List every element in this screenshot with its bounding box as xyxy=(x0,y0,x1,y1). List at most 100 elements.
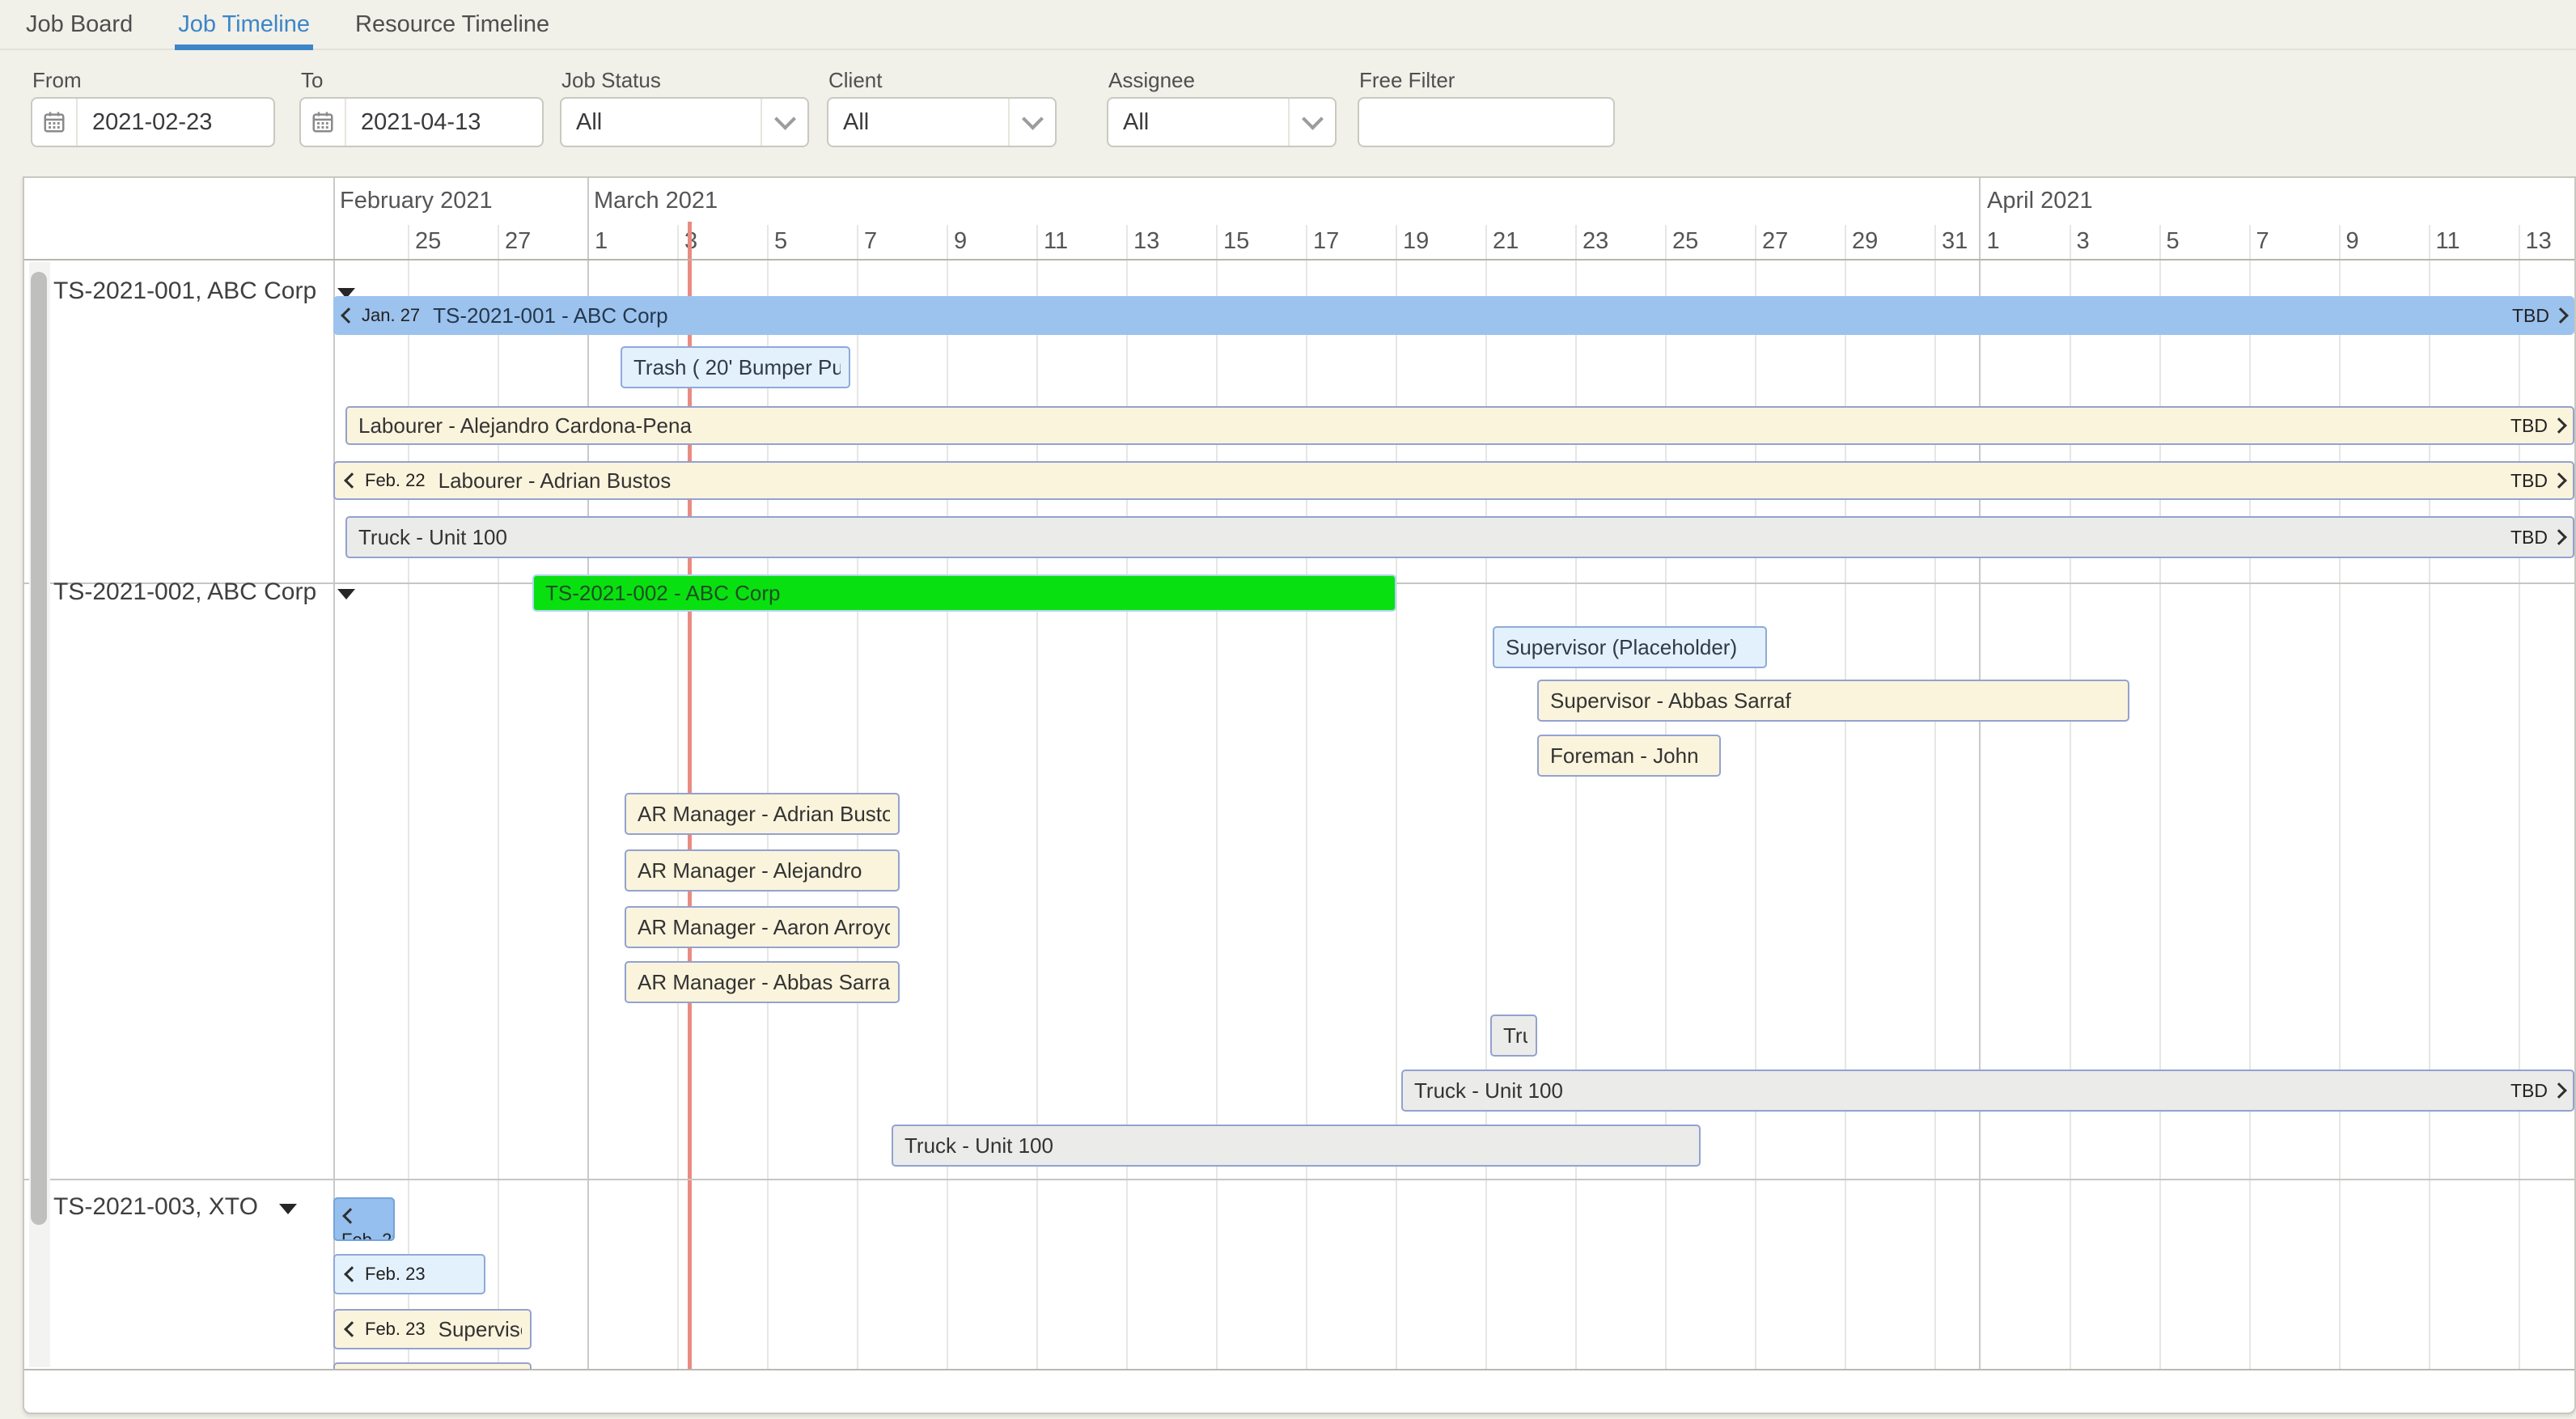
gantt-bar[interactable]: Feb. 23 xyxy=(333,1197,395,1241)
from-date-input[interactable]: 2021-02-23 xyxy=(31,97,275,147)
tbd-label: TBD xyxy=(2501,415,2565,437)
client-select[interactable]: All xyxy=(827,97,1057,147)
tbd-label: TBD xyxy=(2501,1080,2565,1102)
filter-bar: From 2021-02-23 To 2021-04-13 Job Status… xyxy=(0,50,2576,176)
assignee-label: Assignee xyxy=(1108,68,1195,93)
tbd-label: TBD xyxy=(2501,470,2565,492)
client-label: Client xyxy=(828,68,882,93)
timeline-body: TS-2021-001, ABC Corp Jan. 27TS-2021-001 … xyxy=(24,261,2574,1369)
chevron-right-icon xyxy=(2551,1082,2567,1099)
day-tick-label: 21 xyxy=(1493,228,1519,255)
day-tick-label: 13 xyxy=(2526,228,2552,255)
day-tick-label: 31 xyxy=(1942,228,1968,255)
job-status-label: Job Status xyxy=(561,68,661,93)
job-row-label[interactable]: TS-2021-001, ABC Corp xyxy=(53,273,355,309)
gantt-bar[interactable] xyxy=(333,1362,532,1369)
caret-down-icon xyxy=(279,1204,297,1214)
gantt-bar[interactable]: AR Manager - Aaron Arroyo xyxy=(625,906,900,948)
calendar-icon xyxy=(32,99,78,146)
gantt-bar[interactable]: Feb. 22Labourer - Adrian BustosTBD xyxy=(333,461,2574,500)
timeline-panel: February 2021March 2021April 20212527135… xyxy=(23,176,2576,1414)
chevron-left-icon xyxy=(344,472,360,489)
gantt-bar[interactable]: Feb. 23 Supervisor - xyxy=(333,1309,532,1349)
gantt-bar[interactable]: AR Manager - Abbas Sarraf xyxy=(625,961,900,1003)
gantt-bar[interactable]: Truck - Unit 100 xyxy=(892,1125,1701,1167)
chevron-left-icon xyxy=(341,307,357,324)
day-tick-label: 1 xyxy=(1987,228,2000,255)
tab-job-timeline[interactable]: Job Timeline xyxy=(175,11,313,50)
gantt-bar[interactable]: Supervisor - Abbas Sarraf xyxy=(1537,680,2129,722)
chevron-down-icon xyxy=(761,99,807,146)
day-tick-label: 23 xyxy=(1582,228,1608,255)
gantt-bar-label: Truck - Unit 100 xyxy=(1414,1078,1563,1103)
clip-date-label: Feb. 23 xyxy=(346,1264,426,1285)
horizontal-scrollbar[interactable] xyxy=(24,1369,2574,1414)
day-tick-label: 3 xyxy=(684,228,697,255)
job-status-value: All xyxy=(561,109,602,136)
client-value: All xyxy=(828,109,869,136)
gantt-bar-label: AR Manager - Abbas Sarraf xyxy=(638,970,890,995)
clip-date-text: Feb. 23 xyxy=(365,1319,426,1340)
clip-date-text: Jan. 27 xyxy=(362,305,420,326)
clip-date-label: Jan. 27 xyxy=(343,305,420,326)
day-tick-label: 11 xyxy=(1044,228,1068,255)
calendar-icon xyxy=(301,99,346,146)
gantt-bar[interactable]: Jan. 27TS-2021-001 - ABC CorpTBD xyxy=(333,296,2574,335)
day-tick-label: 13 xyxy=(1133,228,1159,255)
clip-date-text: Feb. 23 xyxy=(335,1230,393,1241)
job-row-label-text: TS-2021-001, ABC Corp xyxy=(53,277,316,305)
clip-date-label: Feb. 23 xyxy=(346,1319,426,1340)
month-label: March 2021 xyxy=(594,188,718,214)
gantt-bar[interactable]: Truck - Unit 100TBD xyxy=(345,516,2574,558)
gantt-bar-label: AR Manager - Adrian Bustos xyxy=(638,802,890,827)
gantt-bar[interactable]: Truck - Unit 100 xyxy=(1490,1014,1537,1057)
gantt-bar[interactable]: Feb. 23 xyxy=(333,1254,485,1294)
gantt-bar[interactable]: Trash ( 20' Bumper Pull ) xyxy=(621,346,850,388)
gantt-bar[interactable]: Labourer - Alejandro Cardona-PenaTBD xyxy=(345,406,2574,445)
gantt-bar[interactable]: Foreman - John xyxy=(1537,735,1721,777)
day-tick-label: 7 xyxy=(864,228,877,255)
chevron-left-icon xyxy=(344,1321,360,1337)
gantt-bar[interactable]: AR Manager - Adrian Bustos xyxy=(625,793,900,835)
vertical-scrollbar-thumb[interactable] xyxy=(31,272,47,1225)
tbd-text: TBD xyxy=(2510,470,2548,492)
tab-job-board[interactable]: Job Board xyxy=(23,11,136,50)
chevron-down-icon xyxy=(1288,99,1335,146)
from-label: From xyxy=(32,68,82,93)
gantt-bar[interactable]: TS-2021-002 - ABC Corp xyxy=(532,574,1396,612)
day-tick-label: 15 xyxy=(1223,228,1249,255)
day-tick-label: 5 xyxy=(774,228,787,255)
tbd-text: TBD xyxy=(2512,305,2549,327)
gantt-bar[interactable]: AR Manager - Alejandro xyxy=(625,849,900,892)
clip-date-text: Feb. 22 xyxy=(365,470,426,491)
job-row-label[interactable]: TS-2021-003, XTO xyxy=(53,1189,297,1225)
app-root: Job Board Job Timeline Resource Timeline… xyxy=(0,0,2576,1419)
job-status-select[interactable]: All xyxy=(560,97,809,147)
job-row-label[interactable]: TS-2021-002, ABC Corp xyxy=(53,574,355,610)
chevron-right-icon xyxy=(2553,307,2569,324)
free-filter-input[interactable] xyxy=(1358,97,1615,147)
day-tick-label: 17 xyxy=(1313,228,1339,255)
gantt-bar[interactable]: Supervisor (Placeholder) xyxy=(1493,626,1767,668)
gantt-bar-label: Supervisor - xyxy=(439,1317,522,1342)
day-tick-label: 25 xyxy=(1672,228,1698,255)
tbd-text: TBD xyxy=(2510,1080,2548,1102)
gantt-bar-label: TS-2021-002 - ABC Corp xyxy=(545,581,780,606)
assignee-select[interactable]: All xyxy=(1107,97,1337,147)
gantt-bar-label: Supervisor - Abbas Sarraf xyxy=(1550,688,1791,714)
day-tick-label: 29 xyxy=(1852,228,1878,255)
gantt-bar-label: AR Manager - Aaron Arroyo xyxy=(638,915,890,940)
gantt-bar[interactable]: Truck - Unit 100 TBD xyxy=(1401,1070,2574,1112)
to-date-input[interactable]: 2021-04-13 xyxy=(299,97,544,147)
assignee-value: All xyxy=(1108,109,1149,136)
clip-date-label: Feb. 22 xyxy=(346,470,426,491)
to-label: To xyxy=(301,68,323,93)
day-tick-label: 25 xyxy=(415,228,441,255)
caret-down-icon xyxy=(337,589,355,599)
tab-resource-timeline[interactable]: Resource Timeline xyxy=(352,11,553,50)
gantt-bar-label: Truck - Unit 100 xyxy=(905,1133,1053,1158)
month-label: April 2021 xyxy=(1987,188,2093,214)
tbd-label: TBD xyxy=(2502,305,2566,327)
tbd-text: TBD xyxy=(2510,527,2548,549)
tbd-text: TBD xyxy=(2510,415,2548,437)
